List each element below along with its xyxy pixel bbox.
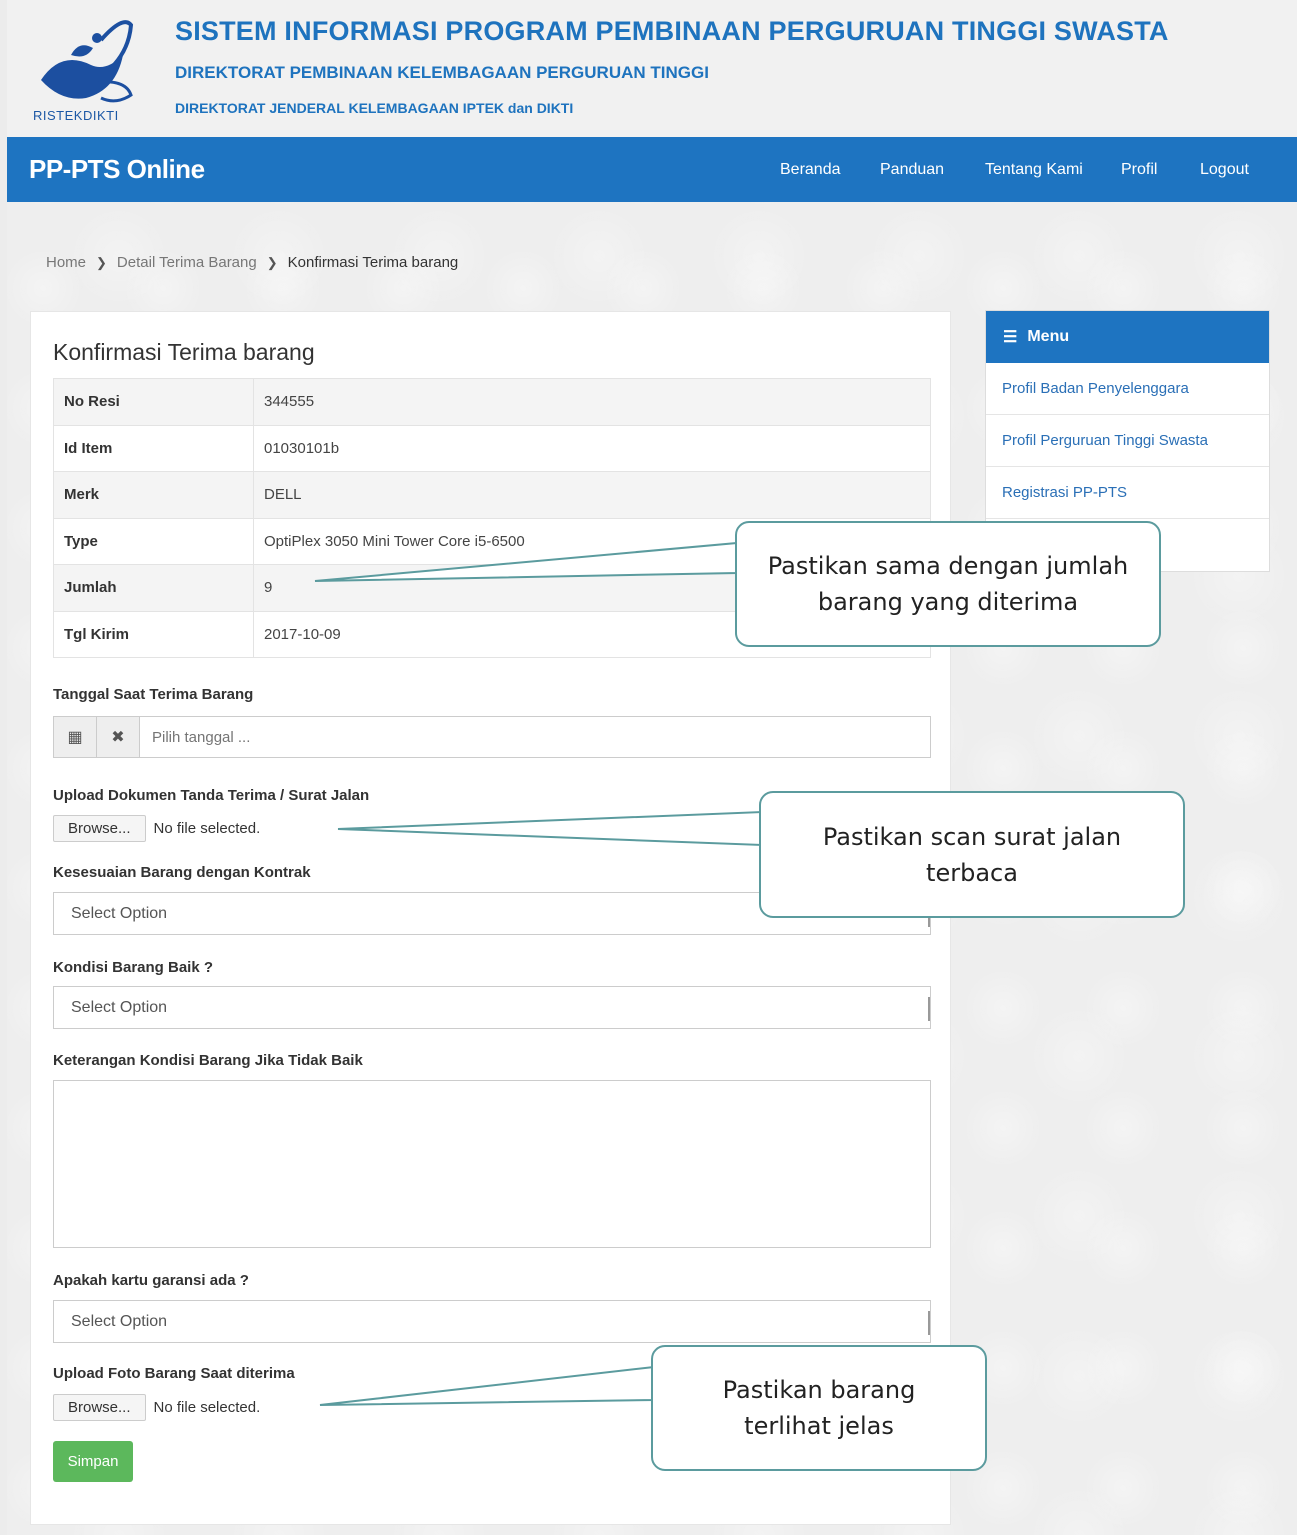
callout-surat-jalan: Pastikan scan surat jalan terbaca — [759, 791, 1185, 918]
callout-leaders — [314, 541, 763, 1406]
callout-foto: Pastikan barang terlihat jelas — [651, 1345, 987, 1471]
callout-jumlah: Pastikan sama dengan jumlah barang yang … — [735, 521, 1161, 647]
